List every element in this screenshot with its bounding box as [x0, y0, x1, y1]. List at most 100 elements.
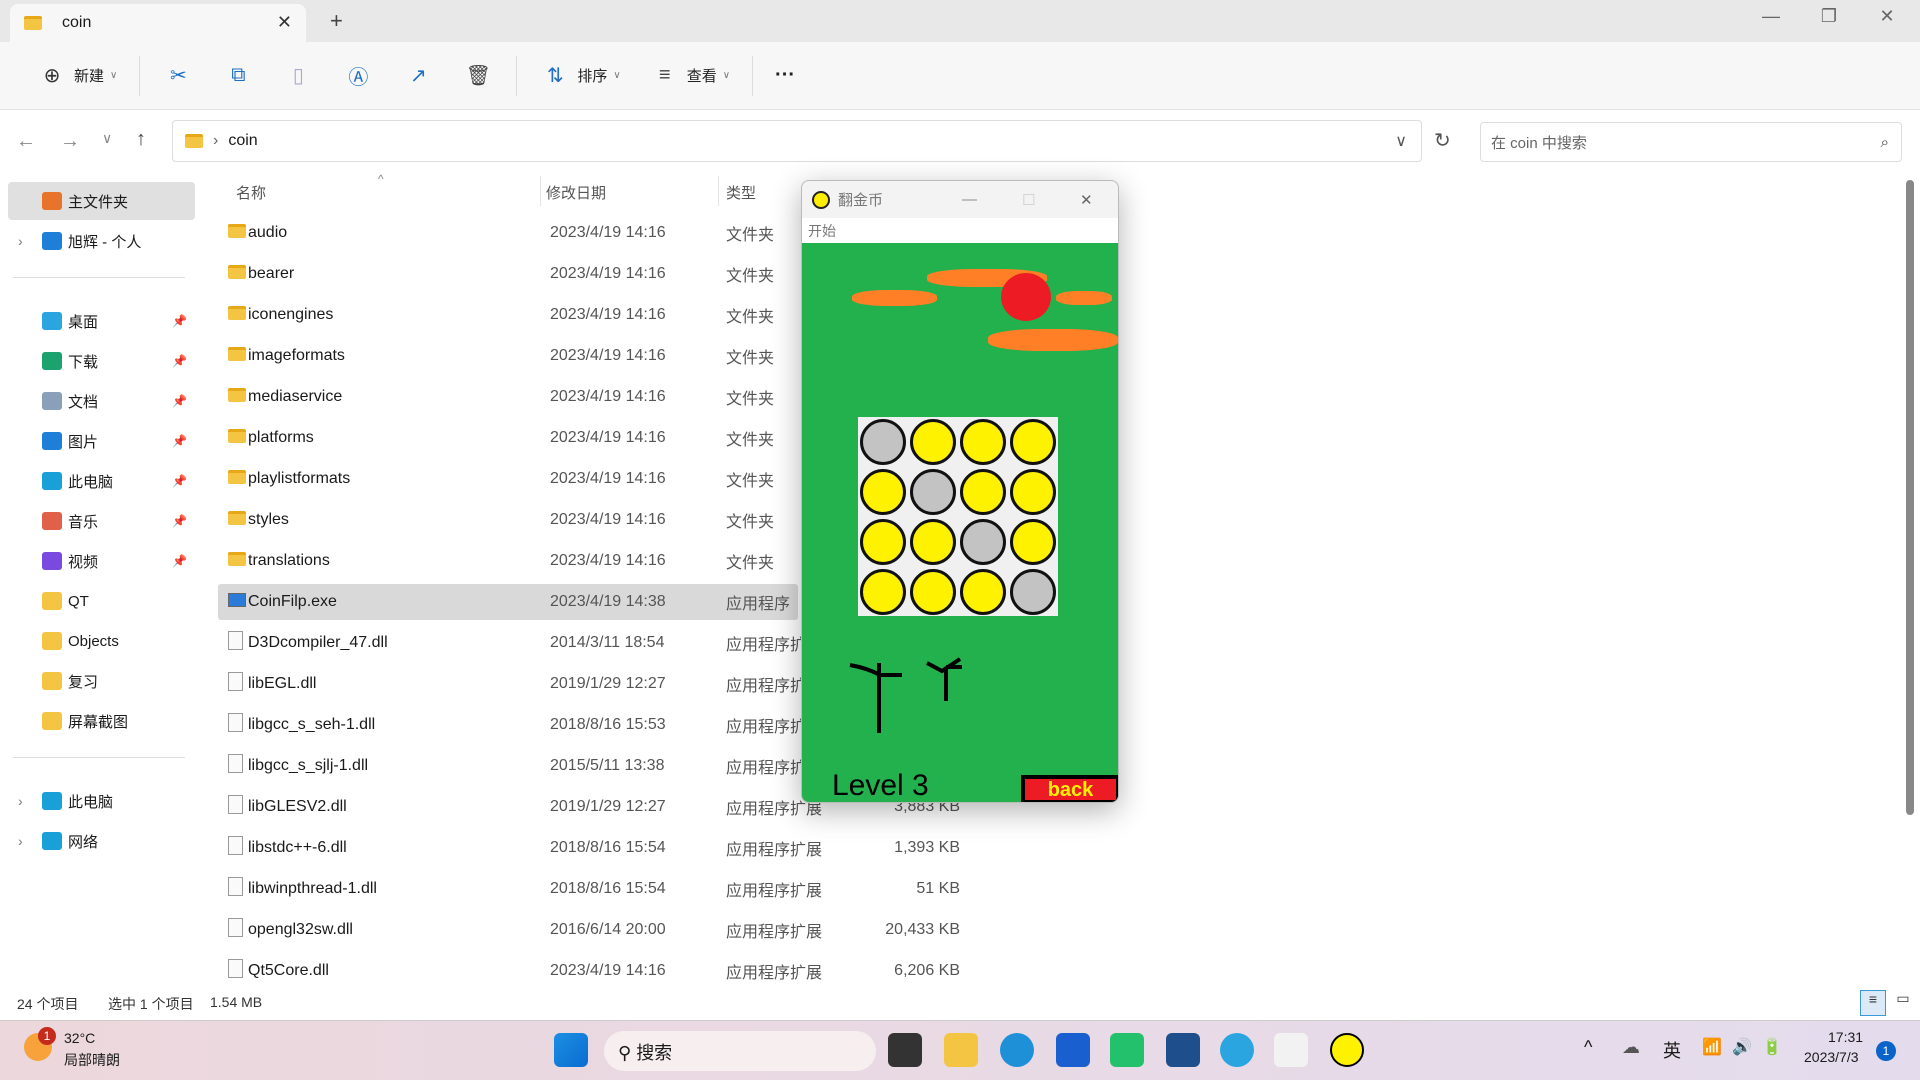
column-divider[interactable] — [718, 176, 719, 206]
file-row[interactable]: libgcc_s_sjlj-1.dll 2015/5/11 13:38 应用程序扩展 — [218, 748, 822, 784]
sidebar-item[interactable]: 复习 — [8, 662, 195, 700]
delete-button[interactable]: 🗑 — [448, 56, 508, 96]
column-divider[interactable] — [540, 176, 541, 206]
rename-button[interactable]: Ⓐ — [328, 56, 388, 96]
sidebar-item[interactable]: › 旭辉 - 个人 — [8, 222, 195, 260]
task-view-icon[interactable] — [888, 1033, 922, 1067]
gold-coin[interactable] — [960, 419, 1006, 465]
close-tab-icon[interactable]: ✕ — [277, 12, 292, 33]
vertical-scrollbar[interactable] — [1906, 180, 1914, 815]
refresh-icon[interactable]: ↻ — [1434, 128, 1451, 153]
gold-coin[interactable] — [960, 469, 1006, 515]
gold-coin[interactable] — [910, 569, 956, 615]
back-button[interactable]: back — [1021, 775, 1118, 802]
view-button[interactable]: ≡ 查看 ∨ — [635, 56, 744, 96]
sidebar-item[interactable]: Objects — [8, 622, 195, 660]
file-row[interactable]: platforms 2023/4/19 14:16 文件夹 — [218, 420, 798, 456]
pin-icon[interactable]: 📌 — [172, 434, 187, 448]
volume-icon[interactable]: 🔊 — [1732, 1037, 1752, 1057]
file-row[interactable]: libwinpthread-1.dll 2018/8/16 15:54 应用程序扩展… — [218, 871, 960, 907]
back-icon[interactable]: ← — [16, 130, 36, 153]
file-row[interactable]: libstdc++-6.dll 2018/8/16 15:54 应用程序扩展 1,39… — [218, 830, 960, 866]
taskbar-search[interactable]: ⚲ 搜索 — [604, 1031, 876, 1071]
gold-coin[interactable] — [910, 419, 956, 465]
column-name[interactable]: 名称 — [236, 182, 266, 203]
expand-chevron-icon[interactable]: › — [18, 793, 23, 809]
tray-chevron-icon[interactable]: ^ — [1584, 1037, 1592, 1058]
sidebar-item[interactable]: 屏幕截图 — [8, 702, 195, 740]
tiles-view-icon[interactable]: ▭ — [1892, 990, 1914, 1014]
clock-time[interactable]: 17:31 — [1828, 1029, 1863, 1045]
sidebar-item[interactable]: 文档 📌 — [8, 382, 195, 420]
sidebar-item[interactable]: › 网络 — [8, 822, 195, 860]
maximize-button[interactable]: ❐ — [1804, 6, 1854, 27]
game-close-button[interactable]: ✕ — [1080, 191, 1093, 209]
silver-coin[interactable] — [960, 519, 1006, 565]
gold-coin[interactable] — [860, 469, 906, 515]
sort-button[interactable]: ⇅ 排序 ∨ — [525, 56, 634, 96]
cut-button[interactable]: ✂ — [148, 56, 208, 96]
file-row[interactable]: libgcc_s_seh-1.dll 2018/8/16 15:53 应用程序扩展 — [218, 707, 822, 743]
pin-icon[interactable]: 📌 — [172, 474, 187, 488]
minimize-button[interactable]: — — [1746, 6, 1796, 27]
expand-chevron-icon[interactable]: › — [18, 233, 23, 249]
gold-coin[interactable] — [910, 519, 956, 565]
sidebar-item[interactable]: 音乐 📌 — [8, 502, 195, 540]
sidebar-item[interactable]: 图片 📌 — [8, 422, 195, 460]
gold-coin[interactable] — [960, 569, 1006, 615]
menu-start[interactable]: 开始 — [808, 223, 836, 239]
column-date[interactable]: 修改日期 — [546, 182, 606, 203]
file-row[interactable]: opengl32sw.dll 2016/6/14 20:00 应用程序扩展 20,43… — [218, 912, 960, 948]
silver-coin[interactable] — [910, 469, 956, 515]
new-button[interactable]: ⊕ 新建 ∨ — [22, 56, 131, 96]
pin-icon[interactable]: 📌 — [172, 394, 187, 408]
sidebar-item[interactable]: 下载 📌 — [8, 342, 195, 380]
ime-indicator[interactable]: 英 — [1663, 1037, 1681, 1063]
file-row[interactable]: translations 2023/4/19 14:16 文件夹 — [218, 543, 798, 579]
file-row[interactable]: audio 2023/4/19 14:16 文件夹 — [218, 215, 798, 251]
pin-icon[interactable]: 📌 — [172, 514, 187, 528]
address-bar[interactable]: › coin ∨ — [172, 120, 1422, 162]
breadcrumb-coin[interactable]: coin — [228, 132, 257, 150]
file-row[interactable]: D3Dcompiler_47.dll 2014/3/11 18:54 应用程序扩展 — [218, 625, 822, 661]
file-row[interactable]: playlistformats 2023/4/19 14:16 文件夹 — [218, 461, 798, 497]
file-row[interactable]: iconengines 2023/4/19 14:16 文件夹 — [218, 297, 798, 333]
search-input[interactable]: 在 coin 中搜索 ⌕ — [1480, 122, 1902, 162]
file-row[interactable]: styles 2023/4/19 14:16 文件夹 — [218, 502, 798, 538]
recent-chevron-icon[interactable]: ∨ — [102, 130, 112, 147]
gold-coin[interactable] — [860, 519, 906, 565]
copy-button[interactable]: ⧉ — [208, 56, 268, 96]
silver-coin[interactable] — [1010, 569, 1056, 615]
up-icon[interactable]: ↑ — [136, 128, 146, 151]
tab-coin[interactable]: coin ✕ — [10, 4, 306, 42]
file-row[interactable]: bearer 2023/4/19 14:16 文件夹 — [218, 256, 798, 292]
expand-chevron-icon[interactable]: › — [18, 833, 23, 849]
file-row[interactable]: libGLESV2.dll 2019/1/29 12:27 应用程序扩展 3,883 … — [218, 789, 960, 825]
gold-coin[interactable] — [1010, 419, 1056, 465]
file-row[interactable]: imageformats 2023/4/19 14:16 文件夹 — [218, 338, 798, 374]
edge-icon[interactable] — [1000, 1033, 1034, 1067]
coin-flip-taskbar-icon[interactable] — [1330, 1033, 1364, 1067]
paste-button[interactable]: ▯ — [268, 56, 328, 96]
sidebar-item[interactable]: QT — [8, 582, 195, 620]
app-icon[interactable] — [1056, 1033, 1090, 1067]
share-button[interactable]: ↗ — [388, 56, 448, 96]
sidebar-item[interactable]: 桌面 📌 — [8, 302, 195, 340]
silver-coin[interactable] — [860, 419, 906, 465]
battery-icon[interactable]: 🔋 — [1762, 1037, 1782, 1057]
file-row[interactable]: Qt5Core.dll 2023/4/19 14:16 应用程序扩展 6,206 KB — [218, 953, 960, 989]
file-row[interactable]: CoinFilp.exe 2023/4/19 14:38 应用程序 — [218, 584, 798, 620]
new-tab-button[interactable]: + — [330, 8, 343, 34]
pin-icon[interactable]: 📌 — [172, 554, 187, 568]
file-row[interactable]: libEGL.dll 2019/1/29 12:27 应用程序扩展 — [218, 666, 822, 702]
sidebar-item[interactable]: 主文件夹 — [8, 182, 195, 220]
wifi-icon[interactable]: 📶 — [1702, 1037, 1722, 1057]
file-row[interactable]: mediaservice 2023/4/19 14:16 文件夹 — [218, 379, 798, 415]
notification-badge[interactable]: 1 — [1876, 1041, 1896, 1061]
store-icon[interactable] — [1166, 1033, 1200, 1067]
pin-icon[interactable]: 📌 — [172, 314, 187, 328]
snipping-tool-icon[interactable] — [1274, 1033, 1308, 1067]
file-explorer-icon[interactable] — [944, 1033, 978, 1067]
gold-coin[interactable] — [1010, 519, 1056, 565]
details-view-icon[interactable]: ≡ — [1860, 990, 1886, 1016]
